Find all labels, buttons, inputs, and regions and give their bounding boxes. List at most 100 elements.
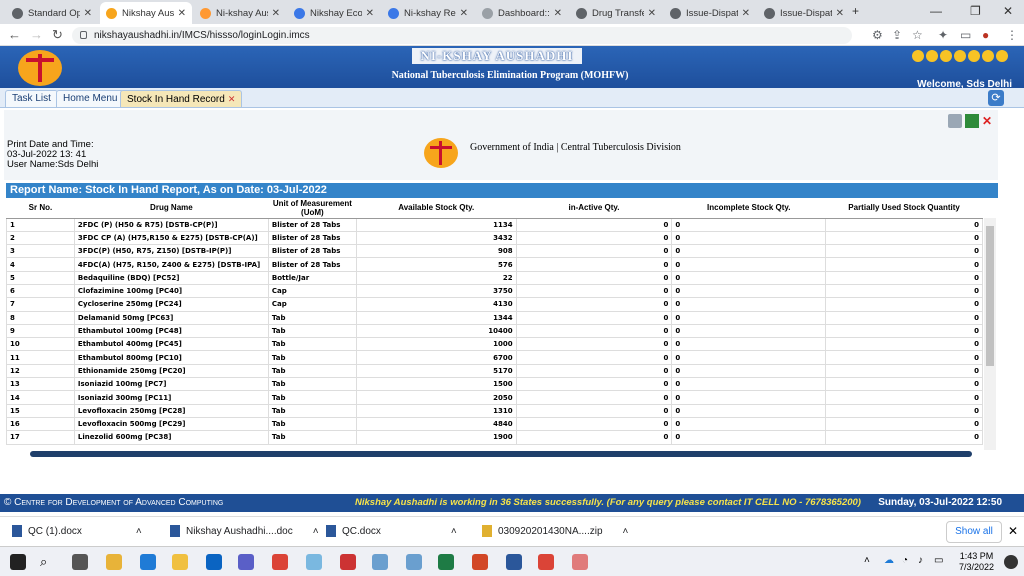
chrome-icon[interactable] xyxy=(272,554,288,570)
browser-tab[interactable]: Ni-kshay Aust ✕ xyxy=(194,2,286,24)
close-tab-icon[interactable]: ✕ xyxy=(648,8,656,19)
chevron-up-icon[interactable]: ˄ xyxy=(313,526,319,537)
download-item[interactable]: Nikshay Aushadhi....doc ˄ xyxy=(170,525,319,537)
close-tab-icon[interactable]: ✕ xyxy=(554,8,562,19)
printer-icon[interactable] xyxy=(948,114,962,128)
table-cell: Tab xyxy=(267,403,357,418)
table-cell: 9 xyxy=(6,323,75,339)
search-icon[interactable]: ⌕ xyxy=(40,554,56,570)
tab-task-list[interactable]: Task List xyxy=(5,90,58,107)
extensions-icon[interactable]: ✦ xyxy=(938,28,948,42)
app-icon[interactable] xyxy=(306,554,322,570)
taskbar-clock[interactable]: 1:43 PM 7/3/2022 xyxy=(959,551,994,573)
close-report-icon[interactable]: ✕ xyxy=(982,114,996,128)
close-downloads-icon[interactable]: ✕ xyxy=(1008,524,1018,538)
notification-icon[interactable] xyxy=(954,50,966,62)
teams-icon[interactable] xyxy=(238,554,254,570)
widgets-icon[interactable] xyxy=(106,554,122,570)
back-icon[interactable]: ← xyxy=(8,27,21,42)
vertical-scrollbar[interactable] xyxy=(984,218,996,450)
chrome-menu-icon[interactable]: ⋮ xyxy=(1006,28,1018,42)
show-all-button[interactable]: Show all xyxy=(946,521,1002,543)
browser-tab[interactable]: Standard Ope ✕ xyxy=(6,2,98,24)
site-settings-icon[interactable]: ⚙ xyxy=(872,28,883,42)
app-icon[interactable] xyxy=(572,554,588,570)
scroll-thumb[interactable] xyxy=(986,226,994,366)
browser-tab[interactable]: Nikshay Ecosy ✕ xyxy=(288,2,380,24)
wifi-icon[interactable]: ◔ xyxy=(902,555,908,566)
refresh-icon[interactable]: ⟳ xyxy=(988,90,1004,106)
chevron-up-icon[interactable]: ˄ xyxy=(623,526,629,537)
search-icon[interactable] xyxy=(940,50,952,62)
notification-badge-icon[interactable] xyxy=(1004,555,1018,569)
file-explorer-icon[interactable] xyxy=(172,554,188,570)
power-icon[interactable] xyxy=(996,50,1008,62)
close-tab-icon[interactable]: ✕ xyxy=(366,8,374,19)
powerpoint-icon[interactable] xyxy=(472,554,488,570)
table-cell: 3432 xyxy=(355,230,517,246)
table-cell: 0 xyxy=(515,270,673,285)
table-cell: 4FDC(A) (H75, R150, Z400 & E275) [DSTB-I… xyxy=(73,257,269,272)
close-tab-icon[interactable]: ✕ xyxy=(228,94,236,104)
excel-icon[interactable] xyxy=(438,554,454,570)
tab-label: Home Menu xyxy=(63,93,118,104)
close-window-icon[interactable]: ✕ xyxy=(1003,4,1013,18)
browser-tab[interactable]: Dashboard::N ✕ xyxy=(476,2,568,24)
close-tab-icon[interactable]: ✕ xyxy=(272,8,280,19)
battery-icon[interactable]: ▭ xyxy=(934,555,943,566)
browser-tab[interactable]: Ni-kshay Repo ✕ xyxy=(382,2,474,24)
tray-chevron-icon[interactable]: ˄ xyxy=(864,555,870,566)
close-tab-icon[interactable]: ✕ xyxy=(836,8,844,19)
edit-icon[interactable] xyxy=(968,50,980,62)
reload-icon[interactable]: ↻ xyxy=(52,27,63,43)
volume-icon[interactable]: ♪ xyxy=(918,555,923,566)
excel-export-icon[interactable] xyxy=(965,114,979,128)
table-cell: 14 xyxy=(6,390,75,405)
chevron-up-icon[interactable]: ˄ xyxy=(136,526,142,537)
word-doc-icon xyxy=(12,525,22,537)
table-cell: 7 xyxy=(6,297,75,312)
browser-tab-label: Ni-kshay Aust xyxy=(216,7,268,19)
app-icon[interactable] xyxy=(372,554,388,570)
app-icon[interactable] xyxy=(406,554,422,570)
tab-stock-in-hand-record[interactable]: Stock In Hand Record ✕ xyxy=(120,90,243,107)
browser-tab[interactable]: Nikshay Aush ✕ xyxy=(100,2,192,24)
task-view-icon[interactable] xyxy=(72,554,88,570)
table-cell: 0 xyxy=(671,310,827,325)
side-panel-icon[interactable]: ▭ xyxy=(960,28,971,42)
bookmark-star-icon[interactable]: ☆ xyxy=(912,28,923,42)
maximize-icon[interactable]: ❐ xyxy=(970,4,981,18)
outlook-icon[interactable] xyxy=(206,554,222,570)
profile-avatar-icon[interactable]: ● xyxy=(982,28,989,42)
close-tab-icon[interactable]: ✕ xyxy=(742,8,750,19)
download-item[interactable]: QC (1).docx ˄ xyxy=(12,525,142,537)
windows-start-icon[interactable] xyxy=(10,554,26,570)
home-icon[interactable] xyxy=(926,50,938,62)
app-icon[interactable] xyxy=(340,554,356,570)
share-icon[interactable]: ⇪ xyxy=(892,28,902,42)
gear-icon[interactable] xyxy=(912,50,924,62)
download-item[interactable]: QC.docx ˄ xyxy=(326,525,457,537)
minimize-icon[interactable]: — xyxy=(930,4,942,18)
tab-home-menu[interactable]: Home Menu xyxy=(56,90,125,107)
close-tab-icon[interactable]: ✕ xyxy=(460,8,468,19)
chevron-up-icon[interactable]: ˄ xyxy=(451,526,457,537)
horizontal-scrollbar[interactable] xyxy=(30,451,972,457)
browser-tab[interactable]: Issue-Dispatch ✕ xyxy=(758,2,850,24)
edge-icon[interactable] xyxy=(140,554,156,570)
chrome-icon[interactable] xyxy=(538,554,554,570)
header-tool-icons xyxy=(912,50,1008,62)
new-tab-icon[interactable]: + xyxy=(852,4,859,18)
download-item[interactable]: 030920201430NA....zip ˄ xyxy=(482,525,628,537)
word-icon[interactable] xyxy=(506,554,522,570)
table-cell: 0 xyxy=(515,257,673,272)
lock-icon[interactable] xyxy=(982,50,994,62)
table-row: 4 4FDC(A) (H75, R150, Z400 & E275) [DSTB-… xyxy=(6,257,983,272)
browser-tab[interactable]: Issue-Dispatch ✕ xyxy=(664,2,756,24)
url-field[interactable]: nikshayaushadhi.in/IMCS/hissso/loginLogi… xyxy=(72,27,852,44)
onedrive-icon[interactable]: ☁ xyxy=(884,555,894,566)
close-tab-icon[interactable]: ✕ xyxy=(84,8,92,19)
browser-tab[interactable]: Drug Transfer ✕ xyxy=(570,2,662,24)
close-tab-icon[interactable]: ✕ xyxy=(178,8,186,19)
forward-icon[interactable]: → xyxy=(30,27,43,42)
